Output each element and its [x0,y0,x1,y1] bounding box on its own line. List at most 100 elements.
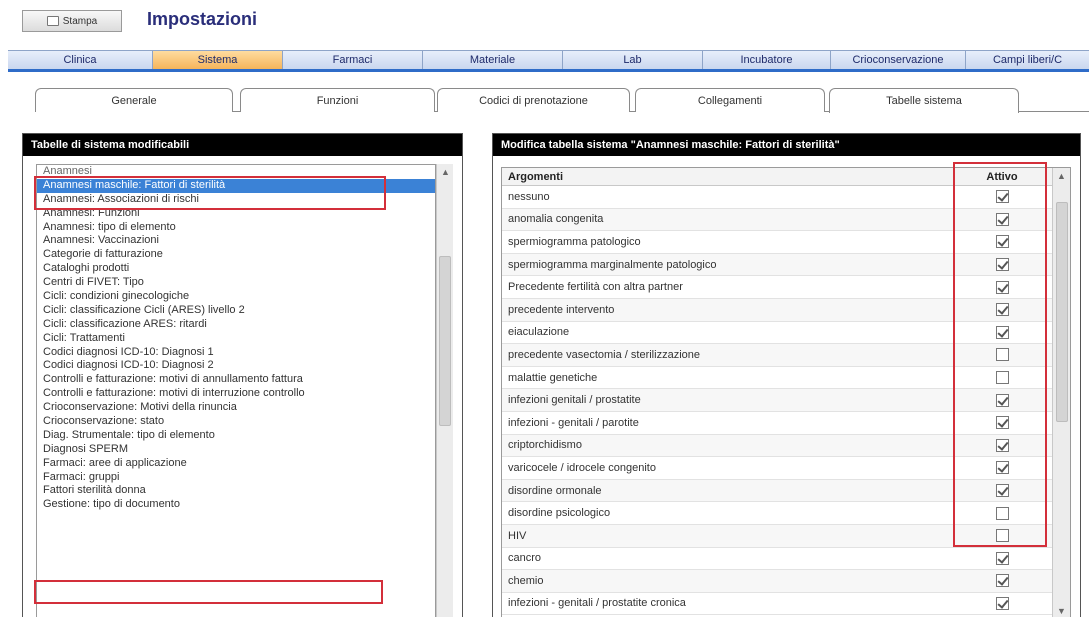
table-row[interactable]: spermiogramma patologico [502,231,1070,254]
topic-label: chemio [508,574,544,587]
tab-crioconservazione[interactable]: Crioconservazione [831,51,966,69]
list-item[interactable]: Controlli e fatturazione: motivi di inte… [37,387,435,401]
subtab-codici-prenotazione[interactable]: Codici di prenotazione [437,88,630,112]
topic-label: HIV [508,529,527,542]
list-item[interactable]: Controlli e fatturazione: motivi di annu… [37,373,435,387]
list-item[interactable]: Anamnesi: Vaccinazioni [37,234,435,248]
table-row[interactable]: spermiogramma marginalmente patologico [502,253,1070,277]
tab-clinica[interactable]: Clinica [8,51,153,69]
list-item[interactable]: Crioconservazione: Motivi della rinuncia [37,401,435,415]
table-row[interactable]: infezioni - genitali / prostatite cronic… [502,593,1070,616]
active-checkbox[interactable] [995,371,1009,385]
main-tab-bar: Clinica Sistema Farmaci Materiale Lab In… [8,50,1089,72]
system-tables-panel: Tabelle di sistema modificabili Anamnesi… [22,133,463,617]
active-checkbox[interactable] [995,461,1009,475]
list-item[interactable]: Cicli: condizioni ginecologiche [37,290,435,304]
list-item[interactable]: Cicli: classificazione Cicli (ARES) live… [37,304,435,318]
list-item[interactable]: Crioconservazione: stato [37,415,435,429]
list-item[interactable]: Fattori sterilità donna [37,484,435,498]
topic-label: malattie genetiche [508,371,598,384]
list-item[interactable]: Anamnesi: Funzioni [37,207,435,221]
list-item[interactable]: Cicli: classificazione ARES: ritardi [37,318,435,332]
scroll-up-icon[interactable]: ▲ [1053,168,1070,184]
topic-label: varicocele / idrocele congenito [508,461,656,474]
table-row[interactable]: HIV [502,524,1070,548]
tab-farmaci[interactable]: Farmaci [283,51,423,69]
column-header-topic[interactable]: Argomenti [502,171,972,183]
subtab-tabelle-sistema[interactable]: Tabelle sistema [829,88,1019,113]
table-row[interactable]: malattie genetiche [502,367,1070,390]
list-scrollbar[interactable]: ▲ [436,164,453,617]
list-item[interactable]: Anamnesi: tipo di elemento [37,221,435,235]
table-row[interactable]: criptorchidismo [502,434,1070,458]
column-header-active[interactable]: Attivo [972,171,1032,183]
topic-label: precedente vasectomia / sterilizzazione [508,348,700,361]
table-row[interactable]: precedente vasectomia / sterilizzazione [502,344,1070,367]
active-checkbox[interactable] [995,529,1009,543]
table-row[interactable]: disordine psicologico [502,502,1070,525]
table-row[interactable]: anomalia congenita [502,208,1070,232]
list-item[interactable]: Diag. Strumentale: tipo di elemento [37,429,435,443]
subtab-generale[interactable]: Generale [35,88,233,112]
list-item[interactable]: Categorie di fatturazione [37,248,435,262]
scroll-up-icon[interactable]: ▲ [437,164,454,180]
subtab-funzioni[interactable]: Funzioni [240,88,435,112]
scroll-thumb[interactable] [439,256,451,426]
active-checkbox[interactable] [995,190,1009,204]
table-row[interactable]: infezioni genitali / prostatite [502,389,1070,412]
subtab-collegamenti[interactable]: Collegamenti [635,88,825,112]
table-row[interactable]: precedente intervento [502,298,1070,322]
system-tables-list[interactable]: Anamnesi Anamnesi maschile: Fattori di s… [36,164,436,617]
active-checkbox[interactable] [995,393,1009,407]
active-cell [972,348,1032,362]
list-item[interactable]: Anamnesi [37,165,435,179]
list-item[interactable]: Cicli: Trattamenti [37,332,435,346]
active-checkbox[interactable] [995,551,1009,565]
active-checkbox[interactable] [995,258,1009,272]
tab-materiale[interactable]: Materiale [423,51,563,69]
table-row[interactable]: Precedente fertilità con altra partner [502,276,1070,299]
list-item[interactable]: Codici diagnosi ICD-10: Diagnosi 1 [37,346,435,360]
print-button[interactable]: Stampa [22,10,122,32]
active-checkbox[interactable] [995,596,1009,610]
active-checkbox[interactable] [995,574,1009,588]
active-checkbox[interactable] [995,506,1009,520]
list-item[interactable]: Diagnosi SPERM [37,443,435,457]
list-item-selected[interactable]: Anamnesi maschile: Fattori di sterilità [37,178,435,193]
active-checkbox[interactable] [995,280,1009,294]
list-item[interactable]: Anamnesi: Associazioni di rischi [37,193,435,207]
active-cell [972,529,1032,543]
tab-incubatore[interactable]: Incubatore [703,51,831,69]
table-row[interactable]: chemio [502,570,1070,593]
list-item[interactable]: Farmaci: aree di applicazione [37,457,435,471]
list-item[interactable]: Cataloghi prodotti [37,262,435,276]
scroll-down-icon[interactable]: ▼ [1053,603,1070,617]
active-checkbox[interactable] [995,348,1009,362]
active-checkbox[interactable] [995,212,1009,226]
topic-label: criptorchidismo [508,439,582,452]
tab-sistema[interactable]: Sistema [153,51,283,69]
table-row[interactable]: nessuno [502,186,1070,209]
grid-scrollbar[interactable]: ▲ ▼ [1052,168,1070,617]
active-checkbox[interactable] [995,438,1009,452]
list-item[interactable]: Gestione: tipo di documento [37,498,435,512]
table-row[interactable]: cancro [502,548,1070,571]
list-item[interactable]: Centri di FIVET: Tipo [37,276,435,290]
list-item[interactable]: Codici diagnosi ICD-10: Diagnosi 2 [37,359,435,373]
active-checkbox[interactable] [995,484,1009,498]
table-row[interactable]: infezioni - genitali / parotite [502,412,1070,435]
list-item[interactable]: Farmaci: gruppi [37,471,435,485]
active-checkbox[interactable] [995,235,1009,249]
active-checkbox[interactable] [995,416,1009,430]
tab-lab[interactable]: Lab [563,51,703,69]
active-checkbox[interactable] [995,303,1009,317]
active-cell [972,551,1032,565]
table-row[interactable]: eiaculazione [502,322,1070,345]
table-row[interactable]: varicocele / idrocele congenito [502,457,1070,480]
topics-grid: Argomenti Attivo nessuno anomalia congeni… [501,167,1071,617]
active-checkbox[interactable] [995,325,1009,339]
table-row[interactable]: disordine ormonale [502,479,1070,503]
tab-campi-liberi[interactable]: Campi liberi/C [966,51,1089,69]
scroll-thumb[interactable] [1056,202,1068,422]
active-cell [972,416,1032,430]
